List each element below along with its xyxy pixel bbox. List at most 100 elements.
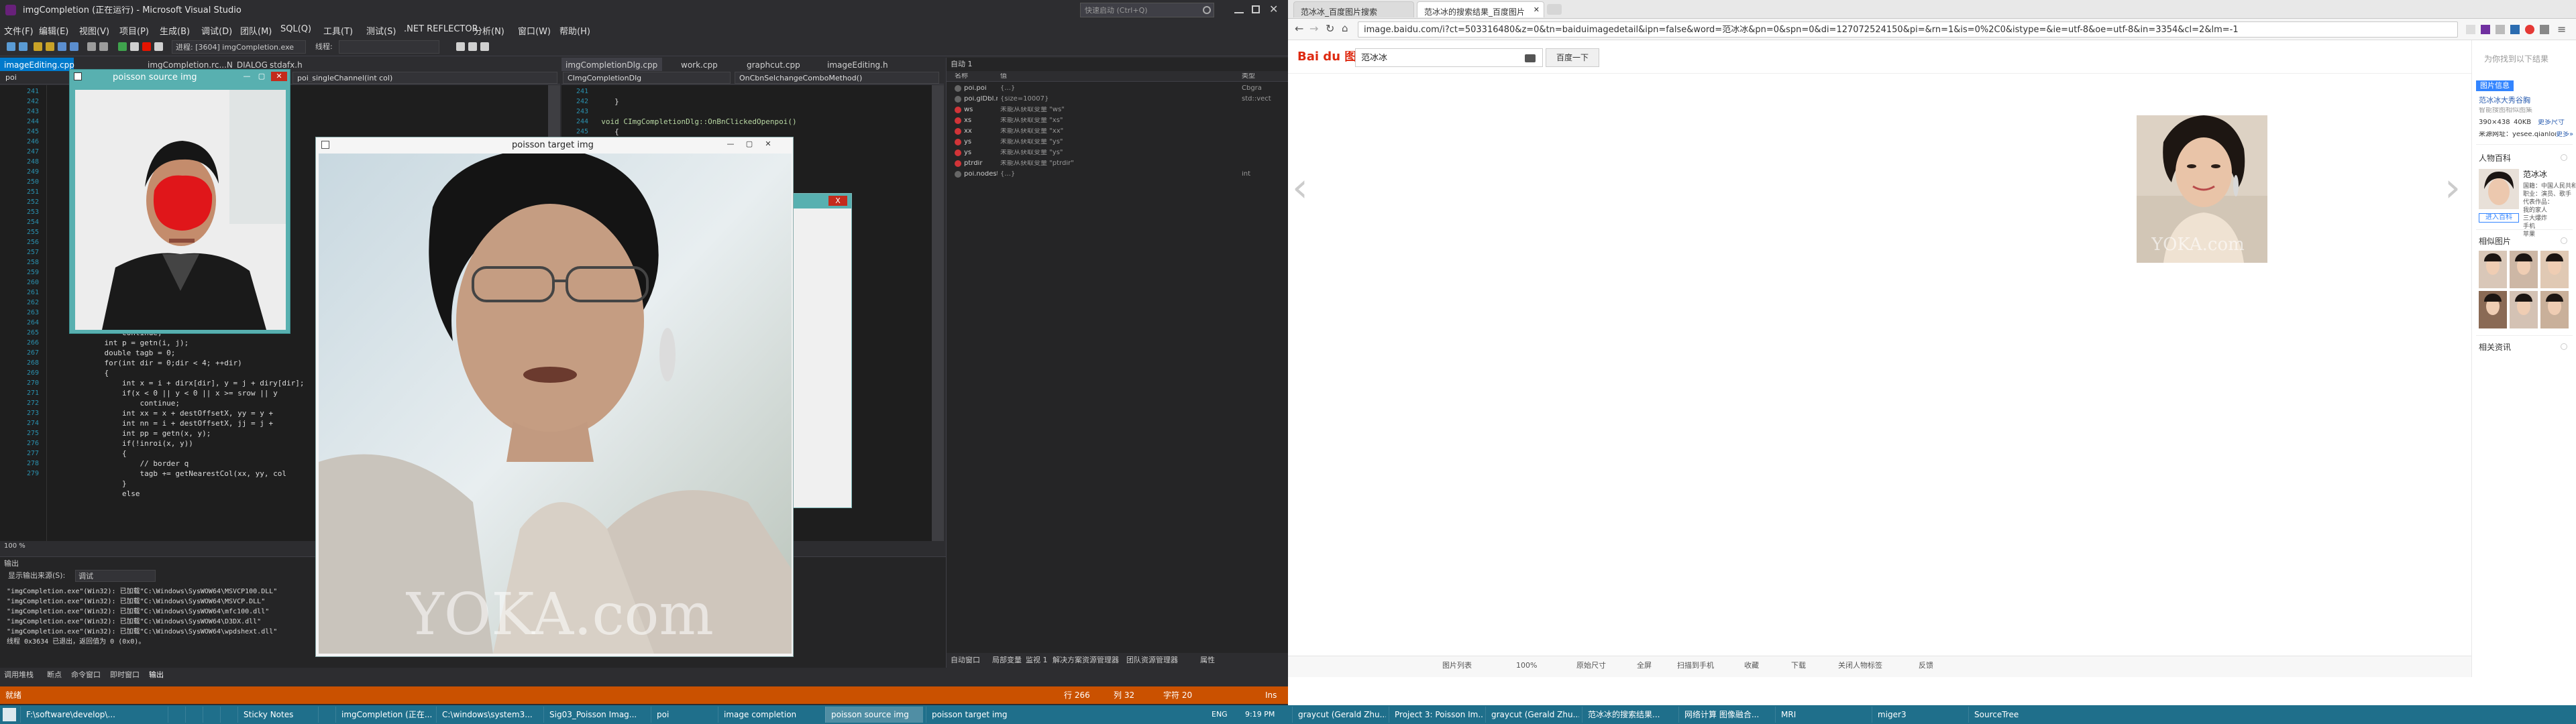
menu-item[interactable]: 视图(V) xyxy=(79,24,109,37)
bottom-tab[interactable]: 团队资源管理器 xyxy=(1126,656,1178,664)
taskbar-button[interactable]: 范冰冰的搜索结果... xyxy=(1582,707,1676,723)
taskbar-button[interactable]: imgCompletion (正在... xyxy=(335,707,433,723)
bottom-tab[interactable]: 即时窗口 xyxy=(110,671,140,678)
viewer-tool[interactable]: 全屏 xyxy=(1637,662,1652,669)
similar-image[interactable] xyxy=(2540,251,2569,288)
similar-image[interactable] xyxy=(2479,251,2507,288)
url-bar[interactable]: image.baidu.com/i?ct=503316480&z=0&tn=ba… xyxy=(1358,21,2458,38)
extension-icon[interactable] xyxy=(2525,25,2534,34)
code-line[interactable] xyxy=(592,107,801,117)
mid-scope-class-select[interactable]: CImgCompletionDlg xyxy=(563,72,731,84)
new-project-icon[interactable] xyxy=(34,42,42,51)
code-line[interactable]: tagb += getNearestCol(xx, yy, col xyxy=(51,469,305,479)
bottom-tab[interactable]: 监视 1 xyxy=(1026,656,1048,664)
camera-icon[interactable] xyxy=(1525,54,1536,62)
autos-row[interactable]: ws 未能从获取变量 "ws" xyxy=(947,105,1289,115)
col-value[interactable]: 值 xyxy=(1000,73,1007,80)
viewer-tool[interactable]: 扫描到手机 xyxy=(1677,662,1714,669)
maximize-icon[interactable] xyxy=(1252,5,1260,13)
clock[interactable]: 9:19 PM xyxy=(1245,711,1275,718)
close-tab-icon[interactable]: ✕ xyxy=(1534,5,1540,14)
dialog-close-button[interactable]: X xyxy=(828,196,847,206)
taskbar-button[interactable] xyxy=(318,707,333,723)
bottom-tab[interactable]: 输出 xyxy=(149,671,164,678)
bottom-tab[interactable]: 断点 xyxy=(47,671,62,678)
minimize-icon[interactable]: — xyxy=(725,139,736,149)
code-line[interactable]: int nn = i + destOffsetX, jj = j + xyxy=(51,418,305,428)
search-button[interactable]: 百度一下 xyxy=(1546,48,1599,67)
stop-icon[interactable] xyxy=(142,42,151,51)
pause-icon[interactable] xyxy=(130,42,139,51)
taskbar-button[interactable]: Project 3: Poisson Im... xyxy=(1389,707,1483,723)
taskbar-button[interactable]: graycut (Gerald Zhu... xyxy=(1292,707,1386,723)
viewer-tool[interactable]: 关闭人物标签 xyxy=(1838,662,1882,669)
taskbar-button[interactable] xyxy=(185,707,200,723)
tab-result[interactable]: 范冰冰的搜索结果_百度图片 ✕ xyxy=(1417,1,1544,17)
menu-item[interactable]: 生成(B) xyxy=(160,24,190,37)
menu-item[interactable]: 文件(F) xyxy=(4,24,34,37)
bottom-tab[interactable]: 解决方案资源管理器 xyxy=(1053,656,1119,664)
code-line[interactable]: { xyxy=(51,448,305,459)
undo-icon[interactable] xyxy=(87,42,96,51)
taskbar-button[interactable]: poisson target img xyxy=(926,707,1024,723)
viewer-tool[interactable]: 收藏 xyxy=(1744,662,1759,669)
baike-avatar[interactable] xyxy=(2479,169,2519,209)
back-icon[interactable]: ← xyxy=(1295,23,1303,34)
restart-icon[interactable] xyxy=(154,42,163,51)
extension-icon[interactable] xyxy=(2496,25,2505,34)
baike-enter-button[interactable]: 进入百科 xyxy=(2479,213,2519,223)
save-all-icon[interactable] xyxy=(70,42,78,51)
quick-launch-input[interactable]: 快速启动 (Ctrl+Q) xyxy=(1080,3,1214,17)
menu-item[interactable]: SQL(Q) xyxy=(280,24,311,34)
autos-row[interactable]: ptrdir 未能从获取变量 "ptrdir" xyxy=(947,158,1289,169)
code-line[interactable]: continue; xyxy=(51,398,305,408)
taskbar-button[interactable]: Sig03_Poisson Imag... xyxy=(543,707,648,723)
similar-image[interactable] xyxy=(2540,291,2569,328)
language-indicator[interactable]: ENG xyxy=(1212,711,1228,718)
taskbar-button[interactable]: poisson source img xyxy=(825,707,923,723)
bottom-tab[interactable]: 命令窗口 xyxy=(71,671,101,678)
minimize-icon[interactable] xyxy=(1234,12,1244,13)
process-select[interactable]: 进程: [3604] imgCompletion.exe xyxy=(172,40,306,54)
minimize-icon[interactable]: — xyxy=(241,72,252,81)
taskbar-button[interactable]: Sticky Notes xyxy=(237,707,315,723)
col-name[interactable]: 名称 xyxy=(955,73,968,80)
menu-item[interactable]: 团队(M) xyxy=(240,24,272,37)
taskbar-button[interactable]: 网络计算 图像融合... xyxy=(1678,707,1772,723)
baike-name[interactable]: 范冰冰 xyxy=(2523,170,2547,178)
code-line[interactable]: { xyxy=(51,368,305,378)
next-arrow-icon[interactable]: › xyxy=(2445,168,2461,208)
mid-scope-member-select[interactable]: OnCbnSelchangeComboMethod() xyxy=(735,72,939,84)
source-more-link[interactable]: 更多» xyxy=(2556,131,2573,138)
menu-item[interactable]: 帮助(H) xyxy=(559,24,590,37)
viewer-tool[interactable]: 100% xyxy=(1516,662,1537,669)
taskbar-button[interactable] xyxy=(220,707,235,723)
viewer-tool[interactable]: 下载 xyxy=(1791,662,1806,669)
code-line[interactable]: int x = i + dirx[dir], y = j + diry[dir]… xyxy=(51,378,305,388)
main-image[interactable]: YOKA.com xyxy=(2137,115,2267,263)
autos-row[interactable]: poi.nodest {...} int xyxy=(947,169,1289,180)
viewer-tool[interactable]: 反馈 xyxy=(1919,662,1933,669)
extension-icon[interactable] xyxy=(2510,25,2520,34)
forward-icon[interactable] xyxy=(19,42,28,51)
step-into-icon[interactable] xyxy=(456,42,465,51)
menu-item[interactable]: 测试(S) xyxy=(366,24,396,37)
bottom-tab[interactable]: 调用堆栈 xyxy=(4,671,34,678)
open-file-icon[interactable] xyxy=(46,42,54,51)
taskbar-button[interactable] xyxy=(168,707,182,723)
similar-image[interactable] xyxy=(2479,291,2507,328)
menu-item[interactable]: 窗口(W) xyxy=(518,24,551,37)
taskbar-button[interactable]: C:\windows\system3... xyxy=(436,707,541,723)
star-icon[interactable] xyxy=(2466,25,2475,34)
similar-info-icon[interactable] xyxy=(2561,237,2567,244)
code-line[interactable]: int p = getn(i, j); xyxy=(51,338,305,348)
autos-row[interactable]: poi.poi {...} Cbgra xyxy=(947,83,1289,94)
tab-work-cpp[interactable]: work.cpp xyxy=(677,58,724,71)
step-out-icon[interactable] xyxy=(480,42,489,51)
reload-icon[interactable]: ↻ xyxy=(1326,23,1334,34)
autos-row[interactable]: ys 未能从获取变量 "ys" xyxy=(947,137,1289,147)
taskbar-button[interactable]: graycut (Gerald Zhu... xyxy=(1485,707,1579,723)
image-source[interactable]: 来源网址：yesee.qianlong.com xyxy=(2479,131,2556,138)
code-line[interactable]: if(!inroi(x, y)) xyxy=(51,438,305,448)
bottom-tab[interactable]: 自动窗口 xyxy=(951,656,980,664)
